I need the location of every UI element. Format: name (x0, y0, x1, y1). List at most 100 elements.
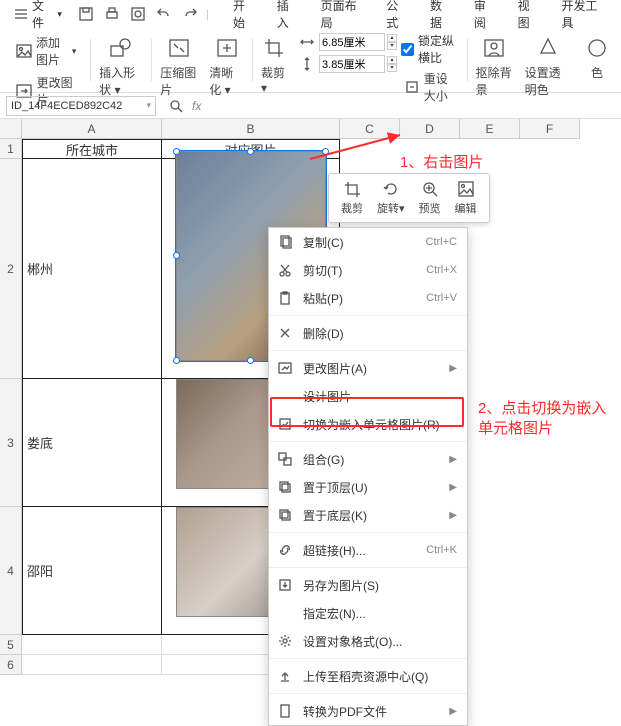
file-label: 文件 (32, 0, 53, 31)
width-up[interactable]: ▴ (387, 34, 397, 42)
set-alpha-button[interactable]: 设置透明色 (521, 32, 575, 100)
tab-start[interactable]: 开始 (223, 0, 265, 35)
col-header[interactable]: A (22, 119, 162, 139)
chevron-right-icon: ▶ (449, 706, 457, 717)
upload-icon (277, 668, 293, 684)
clarity-button[interactable]: 清晰化 ▾ (205, 32, 248, 100)
cell[interactable]: 邵阳 (22, 507, 162, 635)
paste-icon (277, 290, 293, 306)
qat-save-icon[interactable] (76, 4, 96, 24)
compress-button[interactable]: 压缩图片 (156, 32, 201, 100)
ctx-change-pic[interactable]: 更改图片(A)▶ (269, 354, 467, 382)
link-icon (277, 542, 293, 558)
rotate-icon (382, 180, 400, 198)
height-down[interactable]: ▾ (387, 64, 397, 72)
palette-icon (583, 34, 611, 62)
ctx-format-object[interactable]: 设置对象格式(O)... (269, 627, 467, 655)
ctx-bring-front[interactable]: 置于顶层(U)▶ (269, 473, 467, 501)
chevron-right-icon: ▶ (449, 482, 457, 493)
ctx-save-as[interactable]: 另存为图片(S) (269, 571, 467, 599)
lock-ratio-checkbox[interactable]: 锁定纵横比 (401, 32, 463, 66)
remove-bg-button[interactable]: 抠除背景 (472, 32, 517, 100)
ctx-cut[interactable]: 剪切(T)Ctrl+X (269, 256, 467, 284)
col-header[interactable]: E (460, 119, 520, 139)
alpha-icon (534, 34, 562, 62)
delete-icon (277, 325, 293, 341)
row-header[interactable]: 4 (0, 507, 22, 635)
cell[interactable]: 郴州 (22, 159, 162, 379)
ctx-paste[interactable]: 粘贴(P)Ctrl+V (269, 284, 467, 312)
color-button[interactable]: 色 (579, 32, 615, 83)
ctx-to-pdf[interactable]: 转换为PDF文件▶ (269, 697, 467, 725)
width-input[interactable] (319, 33, 385, 51)
width-down[interactable]: ▾ (387, 42, 397, 50)
ctx-send-back[interactable]: 置于底层(K)▶ (269, 501, 467, 529)
insert-shape-button[interactable]: 插入形状 ▾ (95, 32, 147, 100)
qat-preview-icon[interactable] (128, 4, 148, 24)
chevron-down-icon: ▾ (57, 9, 62, 20)
col-header[interactable]: C (340, 119, 400, 139)
cell[interactable]: 娄底 (22, 379, 162, 507)
select-all-corner[interactable] (0, 119, 22, 139)
ctx-design-pic[interactable]: 设计图片 (269, 382, 467, 410)
cell[interactable] (22, 635, 162, 655)
edit-icon (457, 180, 475, 198)
clarity-icon (213, 34, 241, 62)
zoom-in-icon (421, 180, 439, 198)
pdf-icon (277, 703, 293, 719)
tab-dev[interactable]: 开发工具 (551, 0, 615, 35)
tab-formula[interactable]: 公式 (376, 0, 418, 35)
ctx-delete[interactable]: 删除(D) (269, 319, 467, 347)
annotation-text-2b: 单元格图片 (478, 417, 553, 438)
cell[interactable] (22, 655, 162, 675)
row-header[interactable]: 5 (0, 635, 22, 655)
ft-edit[interactable]: 编辑 (449, 178, 483, 218)
image-icon (16, 41, 32, 61)
tab-data[interactable]: 数据 (420, 0, 462, 35)
ctx-upload[interactable]: 上传至稻壳资源中心(Q) (269, 662, 467, 690)
row-header[interactable]: 1 (0, 139, 22, 159)
ctx-group[interactable]: 组合(G)▶ (269, 445, 467, 473)
qat-print-icon[interactable] (102, 4, 122, 24)
tab-review[interactable]: 审阅 (464, 0, 506, 35)
tab-view[interactable]: 视图 (508, 0, 550, 35)
save-as-icon (277, 577, 293, 593)
qat-redo-icon[interactable] (180, 4, 200, 24)
row-header[interactable]: 2 (0, 159, 22, 379)
annotation-text-1: 1、右击图片 (400, 151, 483, 172)
row-header[interactable]: 3 (0, 379, 22, 507)
copy-icon (277, 234, 293, 250)
height-icon (297, 54, 317, 74)
height-up[interactable]: ▴ (387, 56, 397, 64)
crop-button[interactable]: 裁剪 ▾ (257, 32, 293, 97)
height-input[interactable] (319, 55, 385, 73)
crop-icon (261, 34, 289, 62)
name-box-value: ID_14F4ECED892C42 (11, 100, 122, 112)
formula-bar[interactable]: fx (166, 96, 201, 116)
col-header[interactable]: B (162, 119, 340, 139)
image-swap-icon (277, 360, 293, 376)
qat-undo-icon[interactable] (154, 4, 174, 24)
ctx-assign-macro[interactable]: 指定宏(N)... (269, 599, 467, 627)
search-icon (166, 96, 186, 116)
ctx-copy[interactable]: 复制(C)Ctrl+C (269, 228, 467, 256)
tab-layout[interactable]: 页面布局 (311, 0, 375, 35)
ft-rotate[interactable]: 旋转▾ (371, 178, 411, 218)
add-picture-button[interactable]: 添加图片▾ (12, 32, 80, 70)
reset-size-button[interactable]: 重设大小 (401, 68, 463, 106)
ctx-convert-embed[interactable]: 切换为嵌入单元格图片(R) (269, 410, 467, 438)
col-header[interactable]: D (400, 119, 460, 139)
cell[interactable]: 所在城市 (22, 139, 162, 159)
ctx-hyperlink[interactable]: 超链接(H)...Ctrl+K (269, 536, 467, 564)
tab-insert[interactable]: 插入 (267, 0, 309, 35)
col-header[interactable]: F (520, 119, 580, 139)
gear-icon (277, 633, 293, 649)
row-header[interactable]: 6 (0, 655, 22, 675)
name-box[interactable]: ID_14F4ECED892C42 ▾ (6, 96, 156, 116)
ft-crop[interactable]: 裁剪 (335, 178, 369, 218)
chevron-right-icon: ▶ (449, 363, 457, 374)
picture-context-menu: 复制(C)Ctrl+C 剪切(T)Ctrl+X 粘贴(P)Ctrl+V 删除(D… (268, 227, 468, 726)
chevron-down-icon: ▾ (146, 100, 151, 111)
ft-preview[interactable]: 预览 (413, 178, 447, 218)
file-menu[interactable]: 文件 ▾ (6, 2, 70, 26)
